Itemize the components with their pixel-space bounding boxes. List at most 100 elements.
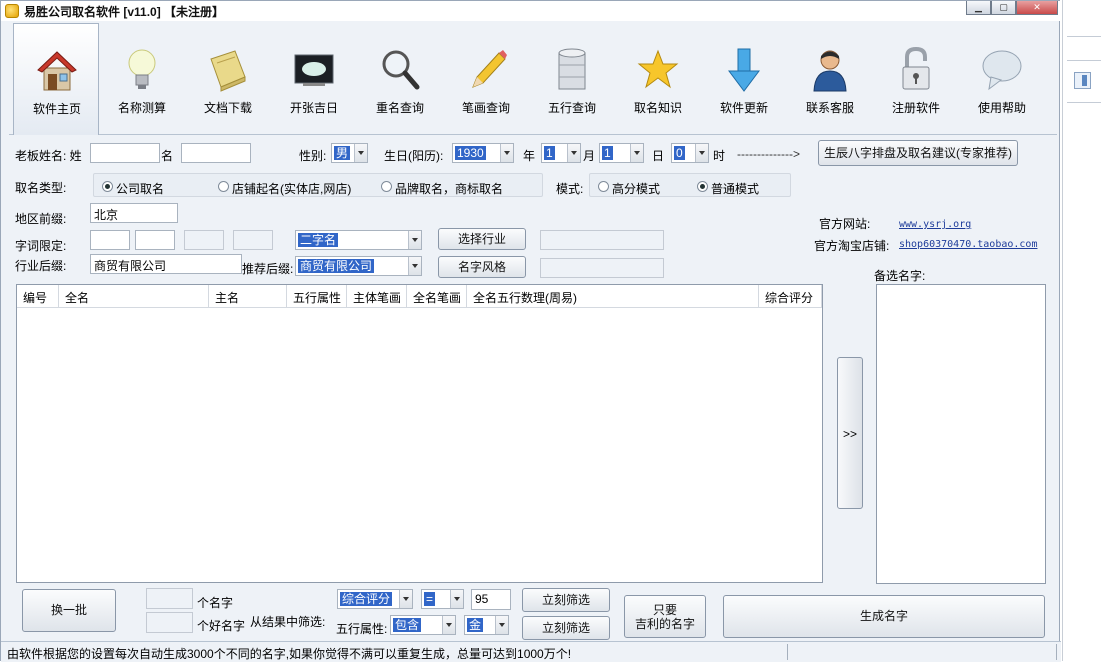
background-window-edge — [1062, 0, 1101, 661]
wuxing-element-select[interactable]: 金 — [464, 615, 509, 635]
chevron-down-icon — [500, 144, 513, 162]
region-input[interactable]: 北京 — [90, 203, 178, 223]
good-names-label: 个好名字 — [197, 619, 246, 633]
divider — [1067, 102, 1101, 103]
toolbar-register[interactable]: 注册软件 — [873, 23, 959, 135]
mode-label: 模式: — [556, 182, 584, 196]
recommend-suffix-label: 推荐后缀: — [242, 262, 294, 276]
gender-select[interactable]: 男 — [331, 143, 368, 163]
toolbar-duplicate-search[interactable]: 重名查询 — [357, 23, 443, 135]
chevron-down-icon — [442, 616, 455, 634]
radio-brand-label: 品牌取名，商标取名 — [395, 182, 504, 196]
word-limit-input-3[interactable] — [184, 230, 224, 250]
hour-value: 0 — [674, 146, 685, 160]
radio-normal-mode-label: 普通模式 — [711, 182, 760, 196]
name-style-button[interactable]: 名字风格 — [438, 256, 526, 278]
table-header: 编号 全名 主名 五行属性 主体笔画 全名笔画 全名五行数理(周易) 综合评分 — [17, 285, 822, 308]
person-icon — [813, 50, 847, 92]
toolbar-home[interactable]: 软件主页 — [13, 23, 99, 135]
given-name-input[interactable] — [181, 143, 251, 163]
lucky-names-only-button[interactable]: 只要 吉利的名字 — [624, 595, 706, 638]
column-header[interactable]: 编号 — [17, 285, 59, 308]
toolbar-label: 软件主页 — [32, 102, 81, 116]
filter-value-input[interactable]: 95 — [471, 589, 511, 610]
toolbar-help[interactable]: 使用帮助 — [959, 23, 1045, 135]
candidate-names-list[interactable] — [876, 284, 1046, 584]
gender-value: 男 — [334, 146, 351, 160]
industry-suffix-label: 行业后缀: — [15, 259, 67, 273]
filter-now-button[interactable]: 立刻筛选 — [522, 588, 610, 612]
official-site-link[interactable]: www.ysrj.org — [899, 219, 971, 230]
radio-high-mode-label: 高分模式 — [612, 182, 661, 196]
word-limit-input-4[interactable] — [233, 230, 273, 250]
column-header[interactable]: 主名 — [209, 285, 287, 308]
column-header[interactable]: 主体笔画 — [347, 285, 407, 308]
toolbar-label: 软件更新 — [719, 101, 768, 115]
status-divider — [1056, 644, 1057, 660]
lucky-button-line1: 只要 — [652, 603, 677, 617]
taobao-shop-link[interactable]: shop60370470.taobao.com — [899, 239, 1037, 250]
radio-shop[interactable] — [218, 181, 229, 192]
surname-input[interactable] — [90, 143, 160, 163]
toolbar-stroke-search[interactable]: 笔画查询 — [443, 23, 529, 135]
word-limit-input-1[interactable] — [90, 230, 130, 250]
column-header[interactable]: 综合评分 — [759, 285, 822, 308]
month-unit: 月 — [583, 149, 596, 163]
filter-wuxing-button[interactable]: 立刻筛选 — [522, 616, 610, 640]
chevron-down-icon — [567, 144, 580, 162]
word-limit-input-2[interactable] — [135, 230, 175, 250]
results-table[interactable]: 编号 全名 主名 五行属性 主体笔画 全名笔画 全名五行数理(周易) 综合评分 — [16, 284, 823, 583]
wuxing-mode-value: 包含 — [393, 618, 422, 632]
recommend-suffix-select[interactable]: 商贸有限公司 — [295, 256, 422, 276]
toolbar-software-update[interactable]: 软件更新 — [701, 23, 787, 135]
toolbar-label: 文档下载 — [203, 101, 252, 115]
minimize-button[interactable]: ▁ — [966, 1, 991, 15]
chevron-down-icon — [495, 616, 508, 634]
transfer-button[interactable]: >> — [837, 357, 863, 509]
column-header[interactable]: 全名笔画 — [407, 285, 467, 308]
hour-select[interactable]: 0 — [671, 143, 709, 163]
radio-brand[interactable] — [381, 181, 392, 192]
magnifier-icon — [382, 50, 420, 90]
chevron-down-icon — [408, 231, 421, 249]
divider — [1067, 36, 1101, 37]
day-select[interactable]: 1 — [599, 143, 644, 163]
radio-high-mode[interactable] — [598, 181, 609, 192]
toolbar-label: 笔画查询 — [461, 101, 510, 115]
bazi-button[interactable]: 生辰八字排盘及取名建议(专家推荐) — [818, 140, 1018, 166]
suffix-input[interactable]: 商贸有限公司 — [90, 254, 242, 274]
maximize-button[interactable]: ▢ — [991, 1, 1016, 15]
name-length-select[interactable]: 二字名 — [295, 230, 422, 250]
close-button[interactable]: ✕ — [1016, 1, 1058, 15]
swap-batch-button[interactable]: 换一批 — [22, 589, 116, 632]
filter-operator-select[interactable]: = — [421, 589, 464, 609]
toolbar-contact-support[interactable]: 联系客服 — [787, 23, 873, 135]
sidebar-toggle-icon[interactable] — [1074, 72, 1091, 89]
status-text: 由软件根据您的设置每次自动生成3000个不同的名字,如果你觉得不满可以重复生成，… — [7, 647, 572, 661]
toolbar-doc-download[interactable]: 文档下载 — [185, 23, 271, 135]
wuxing-mode-select[interactable]: 包含 — [390, 615, 456, 635]
divider — [1067, 60, 1101, 61]
style-display — [540, 258, 664, 278]
filter-field-select[interactable]: 综合评分 — [337, 589, 413, 609]
column-header[interactable]: 五行属性 — [287, 285, 347, 308]
month-select[interactable]: 1 — [541, 143, 581, 163]
lucky-button-line2: 吉利的名字 — [634, 617, 695, 631]
chevron-down-icon — [399, 590, 412, 608]
year-select[interactable]: 1930 — [452, 143, 514, 163]
column-header[interactable]: 全名 — [59, 285, 209, 308]
column-header[interactable]: 全名五行数理(周易) — [467, 285, 759, 308]
name-length-value: 二字名 — [298, 233, 339, 247]
toolbar-naming-knowledge[interactable]: 取名知识 — [615, 23, 701, 135]
toolbar-wuxing-search[interactable]: 五行查询 — [529, 23, 615, 135]
radio-company[interactable] — [102, 181, 113, 192]
select-industry-button[interactable]: 选择行业 — [438, 228, 526, 250]
status-divider — [787, 644, 788, 660]
industry-display — [540, 230, 664, 250]
radio-normal-mode[interactable] — [697, 181, 708, 192]
toolbar-name-test[interactable]: 名称测算 — [99, 23, 185, 135]
candidates-label: 备选名字: — [874, 269, 926, 283]
toolbar-opening-day[interactable]: 开张吉日 — [271, 23, 357, 135]
generate-names-button[interactable]: 生成名字 — [723, 595, 1045, 638]
main-window: 易胜公司取名软件 [v11.0] 【未注册】 ▁ ▢ ✕ 软件主页 名称测算 文… — [0, 0, 1061, 662]
